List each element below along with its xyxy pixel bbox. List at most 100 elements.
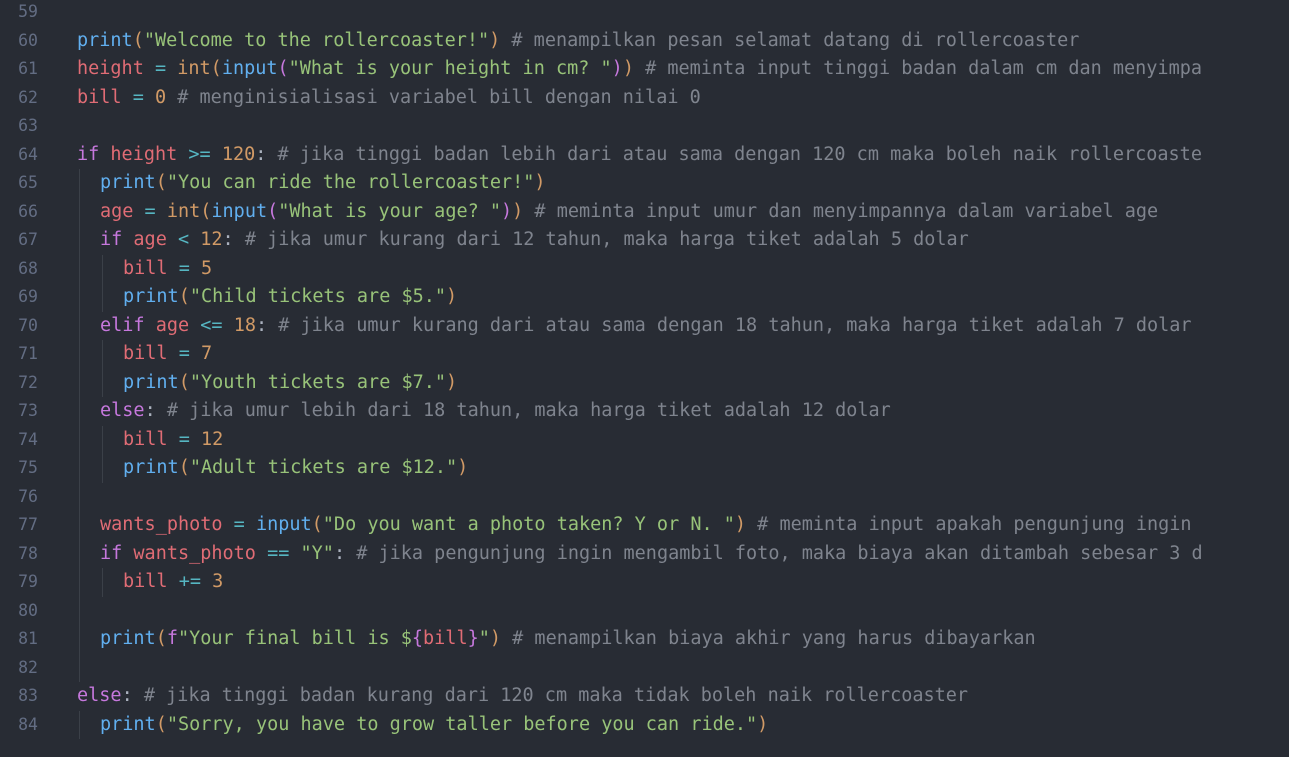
code-token: else (77, 685, 122, 706)
code-token: age (100, 200, 134, 222)
code-line[interactable]: 74 bill = 12 (0, 425, 1289, 454)
code-editor[interactable]: 59 60 print("Welcome to the rollercoaster!… (0, 0, 1289, 757)
code-token: = (133, 200, 167, 222)
indent-guide (79, 710, 80, 739)
code-text: if wants_photo == "Y": # jika pengunjung… (100, 540, 1264, 569)
code-line[interactable]: 63 (0, 112, 1289, 141)
indent-guide (79, 454, 80, 483)
code-token: "What is your height in cm? " (288, 58, 612, 79)
code-line[interactable]: 83 else: # jika tinggi badan kurang dari … (0, 682, 1289, 711)
code-line[interactable]: 78 if wants_photo == "Y": # jika pengunju… (0, 539, 1289, 569)
line-number: 63 (18, 116, 38, 135)
code-token: = (121, 86, 155, 108)
code-line[interactable]: 71 bill = 7 (0, 340, 1289, 369)
code-token: "What is your age? " (278, 200, 502, 222)
code-token: f (166, 628, 178, 649)
code-token: 120 (221, 143, 256, 165)
code-token: else (100, 400, 145, 421)
code-token: ( (155, 713, 167, 735)
line-number: 62 (18, 87, 38, 107)
code-token: 7 (200, 343, 213, 364)
code-line[interactable]: 66 age = int(input("What is your age? "))… (0, 197, 1289, 226)
line-number: 59 (18, 2, 38, 21)
code-token: : (121, 685, 133, 706)
code-token: # meminta input apakah pengunjung ingin (746, 514, 1192, 535)
code-line[interactable]: 73 else: # jika umur lebih dari 18 tahun,… (0, 397, 1289, 426)
code-token: "Child tickets are $5." (189, 286, 447, 307)
code-line[interactable]: 82 (0, 653, 1289, 682)
code-token: 5 (200, 257, 213, 279)
line-number: 65 (18, 173, 38, 192)
code-line[interactable]: 69 print("Child tickets are $5.") (0, 283, 1289, 312)
code-line[interactable]: 79 bill += 3 (0, 568, 1289, 597)
line-number: 60 (18, 30, 38, 50)
code-token: ( (267, 200, 279, 222)
code-line[interactable]: 65 print("You can ride the rollercoaster!… (0, 169, 1289, 198)
code-token: bill (123, 257, 168, 279)
code-line[interactable]: 80 (0, 596, 1289, 625)
code-line[interactable]: 72 print("Youth tickets are $7.") (0, 368, 1289, 397)
line-number: 61 (18, 59, 38, 78)
code-line[interactable]: 59 (0, 0, 1289, 27)
code-token: print (100, 172, 156, 193)
code-token: ( (178, 371, 190, 393)
code-text: print("You can ride the rollercoaster!") (100, 169, 1264, 198)
code-token: # meminta input umur dan menyimpannya da… (523, 200, 1159, 222)
code-token: ) (446, 371, 458, 393)
code-token: bill (123, 571, 168, 592)
code-token: += (167, 571, 213, 592)
code-line[interactable]: 62 bill = 0 # menginisialisasi variabel b… (0, 84, 1289, 113)
indent-guide (102, 568, 103, 597)
indent-guide (79, 539, 80, 568)
code-token: ) (611, 58, 623, 79)
code-line[interactable]: 68 bill = 5 (0, 254, 1289, 283)
code-token: ( (200, 200, 212, 222)
code-text: print("Child tickets are $5.") (123, 283, 1287, 312)
code-token: age (133, 229, 167, 250)
code-text: height = int(input("What is your height … (77, 55, 1241, 84)
indent-guide (79, 625, 80, 654)
code-token: ( (155, 628, 167, 649)
code-line[interactable]: 77 wants_photo = input("Do you want a pho… (0, 511, 1289, 540)
code-token: ) (734, 514, 747, 535)
code-line[interactable]: 84 print("Sorry, you have to grow taller … (0, 710, 1289, 740)
line-number: 70 (18, 315, 38, 335)
line-number: 82 (18, 657, 38, 677)
line-number: 68 (18, 258, 38, 278)
code-line[interactable]: 60 print("Welcome to the rollercoaster!")… (0, 27, 1289, 56)
code-token: "Sorry, you have to grow taller before y… (166, 713, 758, 735)
code-text: print("Sorry, you have to grow taller be… (100, 711, 1264, 740)
line-number: 71 (18, 344, 38, 363)
code-token: int (166, 200, 201, 222)
indent-guide (102, 254, 103, 283)
code-token: # jika umur kurang dari 12 tahun, maka h… (233, 229, 969, 250)
code-token: age (155, 314, 190, 336)
code-line[interactable]: 67 if age < 12: # jika umur kurang dari 1… (0, 226, 1289, 255)
code-line[interactable]: 61 height = int(input("What is your heigh… (0, 55, 1289, 84)
line-number: 67 (18, 230, 38, 249)
code-text: print(f"Your final bill is ${bill}") # m… (100, 625, 1264, 654)
indent-guide (79, 653, 80, 682)
code-line[interactable]: 76 (0, 482, 1289, 511)
code-token: # meminta input tinggi badan dalam cm da… (633, 58, 1202, 79)
line-number: 76 (18, 486, 38, 506)
indent-guide (79, 283, 80, 312)
code-line[interactable]: 70 elif age <= 18: # jika umur kurang dar… (0, 311, 1289, 341)
line-number: 79 (18, 572, 38, 591)
code-token: "You can ride the rollercoaster!" (166, 172, 535, 193)
code-token: = (222, 514, 256, 535)
code-token: : (222, 229, 234, 250)
code-line[interactable]: 81 print(f"Your final bill is ${bill}") #… (0, 625, 1289, 654)
code-text: print("Welcome to the rollercoaster!") #… (77, 27, 1241, 56)
indent-guide (79, 511, 80, 540)
indent-guide (79, 568, 80, 597)
code-line[interactable]: 64 if height >= 120: # jika tinggi badan … (0, 141, 1289, 170)
code-line[interactable]: 75 print("Adult tickets are $12.") (0, 454, 1289, 483)
code-text: elif age <= 18: # jika umur kurang dari … (100, 312, 1264, 341)
indent-guide (79, 368, 80, 397)
line-number: 77 (18, 515, 38, 534)
code-text: if age < 12: # jika umur kurang dari 12 … (100, 226, 1264, 255)
code-token: == (255, 542, 301, 564)
